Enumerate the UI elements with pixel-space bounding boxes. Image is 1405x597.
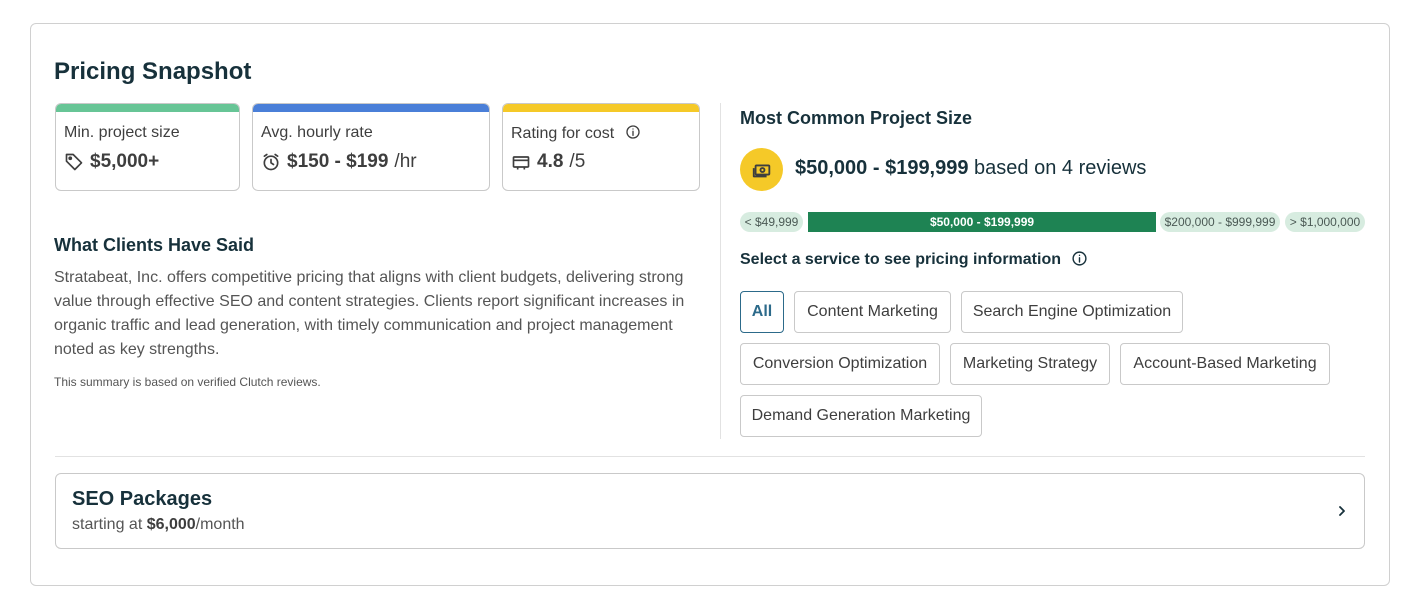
stat-value-text: $150 - $199 — [287, 151, 389, 172]
service-chip-content-marketing[interactable]: Content Marketing — [794, 291, 951, 333]
service-select-label: Select a service to see pricing informat… — [740, 250, 1088, 269]
stat-accent-bar — [56, 104, 239, 112]
wallet-icon — [512, 156, 530, 170]
stat-label: Rating for cost — [511, 124, 641, 143]
service-select-label-text: Select a service to see pricing informat… — [740, 251, 1061, 268]
package-title: SEO Packages — [72, 488, 213, 510]
stat-value: $5,000+ — [64, 151, 159, 173]
chevron-right-icon[interactable] — [1336, 502, 1348, 520]
package-prefix: starting at — [72, 516, 147, 533]
info-icon[interactable] — [625, 124, 641, 140]
stat-avg-hourly-rate: Avg. hourly rate $150 - $199 /hr — [252, 103, 490, 191]
stat-value: 4.8 /5 — [511, 151, 585, 173]
service-chip-all[interactable]: All — [740, 291, 784, 333]
service-chip-marketing-strategy[interactable]: Marketing Strategy — [950, 343, 1110, 385]
service-chip-account-based-marketing[interactable]: Account-Based Marketing — [1120, 343, 1330, 385]
stat-rating-for-cost: Rating for cost 4.8 /5 — [502, 103, 700, 191]
stat-label-text: Rating for cost — [511, 125, 615, 142]
stat-label: Avg. hourly rate — [261, 124, 373, 141]
money-icon-badge — [740, 148, 783, 191]
summary-footnote: This summary is based on verified Clutch… — [54, 375, 321, 389]
alarm-clock-icon — [263, 153, 279, 171]
money-icon — [752, 164, 770, 177]
stat-value: $150 - $199 /hr — [261, 151, 417, 173]
info-icon[interactable] — [1071, 250, 1088, 267]
common-size-text: $50,000 - $199,999 based on 4 reviews — [795, 157, 1146, 180]
seo-packages-row[interactable]: SEO Packages starting at $6,000/month — [55, 473, 1365, 549]
stat-unit: /5 — [569, 151, 586, 172]
common-size-reviews: based on 4 reviews — [968, 157, 1147, 179]
stat-unit: /hr — [394, 151, 417, 172]
column-divider — [720, 103, 721, 439]
clients-summary: Stratabeat, Inc. offers competitive pric… — [54, 269, 685, 358]
stat-value-text: 4.8 — [537, 151, 564, 172]
common-size-heading: Most Common Project Size — [740, 108, 973, 128]
tag-icon — [65, 153, 83, 171]
section-divider — [55, 456, 1365, 457]
range-segment-active: $50,000 - $199,999 — [808, 212, 1156, 232]
common-size-range: $50,000 - $199,999 — [795, 157, 969, 179]
package-price-line: starting at $6,000/month — [72, 516, 245, 534]
range-segment: < $49,999 — [740, 212, 803, 232]
range-segment: $200,000 - $999,999 — [1160, 212, 1280, 232]
stat-accent-bar — [503, 104, 699, 112]
clients-heading: What Clients Have Said — [54, 235, 255, 255]
service-chip-demand-generation[interactable]: Demand Generation Marketing — [740, 395, 982, 437]
stat-value-text: $5,000+ — [90, 151, 160, 172]
package-suffix: /month — [195, 516, 245, 533]
stat-label: Min. project size — [64, 124, 180, 141]
range-segment: > $1,000,000 — [1285, 212, 1365, 232]
service-chip-seo[interactable]: Search Engine Optimization — [961, 291, 1183, 333]
stat-accent-bar — [253, 104, 489, 112]
page-title: Pricing Snapshot — [54, 58, 252, 85]
stat-min-project-size: Min. project size $5,000+ — [55, 103, 240, 191]
package-price: $6,000 — [146, 516, 196, 533]
service-chip-conversion-optimization[interactable]: Conversion Optimization — [740, 343, 940, 385]
